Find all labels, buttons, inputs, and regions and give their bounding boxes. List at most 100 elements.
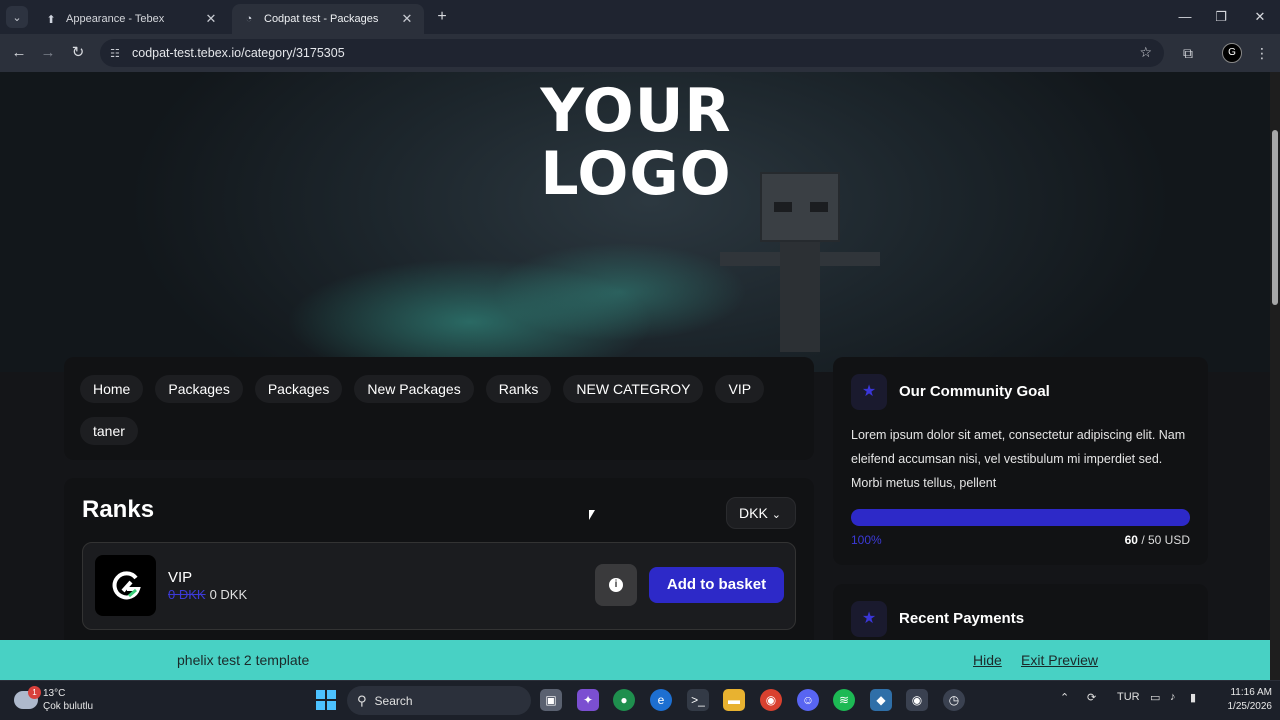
tab-search-button[interactable]: ⌄: [6, 6, 28, 28]
chrome-active-icon[interactable]: ◉: [906, 689, 928, 711]
star-icon: ★: [851, 374, 887, 410]
profile-avatar[interactable]: G: [1222, 43, 1242, 63]
close-tab-icon[interactable]: ✕: [204, 11, 218, 27]
language-indicator[interactable]: TUR: [1117, 691, 1140, 703]
new-tab-button[interactable]: +: [432, 7, 452, 27]
minecraft-mob-image: [720, 172, 880, 352]
hide-preview-link[interactable]: Hide: [973, 652, 1002, 668]
restore-button[interactable]: ❐: [1206, 6, 1236, 28]
sync-icon[interactable]: ⟳: [1087, 691, 1096, 704]
page-scrollbar[interactable]: [1270, 72, 1280, 680]
currency-select[interactable]: DKK ⌄: [726, 497, 796, 529]
back-icon[interactable]: ←: [8, 42, 30, 64]
info-icon: i: [609, 578, 623, 592]
goal-target: / 50 USD: [1141, 533, 1190, 547]
volume-icon[interactable]: ♪: [1170, 691, 1176, 703]
weather-widget[interactable]: 1 13°C Çok bulutlu: [14, 686, 134, 716]
package-price: 0 DKK 0 DKK: [168, 587, 247, 602]
mouse-cursor: [589, 510, 595, 520]
payments-title: Recent Payments: [899, 610, 1025, 627]
system-clock[interactable]: 11:16 AM 1/25/2026: [1212, 686, 1273, 714]
old-price: 0 DKK: [168, 587, 206, 602]
hero-banner: YOUR LOGO: [0, 72, 1270, 372]
nav-packages-2[interactable]: Packages: [254, 375, 343, 403]
battery-icon[interactable]: ▮: [1190, 691, 1196, 704]
reload-icon[interactable]: ↻: [67, 42, 89, 64]
exit-preview-link[interactable]: Exit Preview: [1021, 652, 1098, 668]
scrollbar-thumb[interactable]: [1272, 130, 1278, 305]
goal-percent: 100%: [851, 533, 882, 547]
browser-toolbar: ← → ↻ ☷ codpat-test.tebex.io/category/31…: [0, 34, 1280, 72]
chevron-down-icon: ⌄: [771, 509, 782, 521]
nav-new-packages[interactable]: New Packages: [354, 375, 474, 403]
windows-start-icon[interactable]: [316, 690, 336, 710]
goal-progress-bar: [851, 509, 1190, 526]
extensions-icon[interactable]: ⧉: [1178, 43, 1198, 63]
chevron-up-icon[interactable]: ⌃: [1060, 691, 1069, 704]
store-page: YOUR LOGO Home Packages Packages New Pac…: [0, 72, 1270, 640]
site-info-icon[interactable]: ☷: [110, 47, 126, 60]
recent-payments-widget: ★ Recent Payments: [833, 584, 1208, 640]
nav-vip[interactable]: VIP: [715, 375, 765, 403]
menu-icon[interactable]: ⋮: [1252, 43, 1272, 63]
minimize-button[interactable]: —: [1170, 6, 1200, 28]
copilot-icon[interactable]: ✦: [577, 689, 599, 711]
goal-current: 60: [1124, 533, 1138, 547]
clock-time: 11:16 AM: [1230, 687, 1272, 698]
file-explorer-icon[interactable]: ▬: [723, 689, 745, 711]
spotify-icon[interactable]: ≋: [833, 689, 855, 711]
tab-codpat[interactable]: ◔ Codpat test - Packages ✕: [232, 4, 424, 34]
chrome-icon[interactable]: ◉: [760, 689, 782, 711]
task-view-icon[interactable]: ▣: [540, 689, 562, 711]
package-image[interactable]: [95, 555, 156, 616]
app-icon[interactable]: ◆: [870, 689, 892, 711]
clock-app-icon[interactable]: ◷: [943, 689, 965, 711]
search-label: Search: [374, 693, 413, 708]
bookmark-star-icon[interactable]: ☆: [1139, 44, 1152, 61]
goal-description: Lorem ipsum dolor sit amet, consectetur …: [851, 428, 1186, 490]
goal-progress-fill: [851, 509, 1190, 526]
terminal-icon[interactable]: >_: [687, 689, 709, 711]
close-window-button[interactable]: ✕: [1245, 6, 1275, 28]
nav-ranks[interactable]: Ranks: [485, 375, 552, 403]
logo-line: LOGO: [540, 139, 732, 209]
discord-icon[interactable]: ☺: [797, 689, 819, 711]
tab-title: Codpat test - Packages: [264, 13, 379, 25]
currency-value: DKK: [739, 505, 768, 521]
address-bar[interactable]: ☷ codpat-test.tebex.io/category/3175305 …: [100, 39, 1164, 67]
url-text[interactable]: codpat-test.tebex.io/category/3175305: [132, 46, 345, 60]
weather-condition: Çok bulutlu: [43, 701, 94, 712]
community-goal-widget: ★ Our Community Goal Lorem ipsum dolor s…: [833, 357, 1208, 565]
star-icon: ★: [851, 601, 887, 637]
store-logo[interactable]: YOUR LOGO: [536, 80, 736, 206]
goal-amount: 60 / 50 USD: [1125, 533, 1190, 547]
nav-packages[interactable]: Packages: [155, 375, 243, 403]
nav-new-category[interactable]: NEW CATEGROY: [563, 375, 704, 403]
edge-icon[interactable]: e: [650, 689, 672, 711]
network-icon[interactable]: ▭: [1150, 691, 1160, 704]
ranks-section: Ranks DKK ⌄ VIP 0 DKK 0 DKK i Add to baske…: [64, 478, 814, 640]
logo-line: YOUR: [540, 76, 732, 146]
nav-taner[interactable]: taner: [80, 417, 138, 445]
nav-home[interactable]: Home: [80, 375, 144, 403]
tebex-icon: ⬆: [46, 13, 56, 26]
codpat-logo-icon: [112, 570, 141, 599]
notification-badge: 1: [28, 686, 41, 699]
tab-appearance[interactable]: ⬆ Appearance - Tebex ✕: [34, 4, 228, 34]
package-name[interactable]: VIP: [168, 569, 192, 586]
weather-temp: 13°C: [43, 688, 66, 699]
codpat-icon: ◔: [245, 13, 253, 25]
shield-app-icon[interactable]: ●: [613, 689, 635, 711]
preview-template-label: phelix test 2 template: [177, 652, 310, 668]
taskbar-search[interactable]: ⚲ Search: [347, 686, 531, 715]
close-tab-icon[interactable]: ✕: [400, 11, 414, 27]
add-to-basket-button[interactable]: Add to basket: [649, 567, 784, 603]
package-card: VIP 0 DKK 0 DKK i Add to basket: [82, 542, 796, 630]
current-price: 0 DKK: [209, 587, 248, 602]
goal-title: Our Community Goal: [899, 383, 1050, 400]
category-nav: Home Packages Packages New Packages Rank…: [64, 357, 814, 460]
package-info-button[interactable]: i: [595, 564, 637, 606]
clock-date: 1/25/2026: [1227, 701, 1273, 712]
tab-title: Appearance - Tebex: [66, 13, 165, 25]
forward-icon[interactable]: →: [37, 42, 59, 64]
